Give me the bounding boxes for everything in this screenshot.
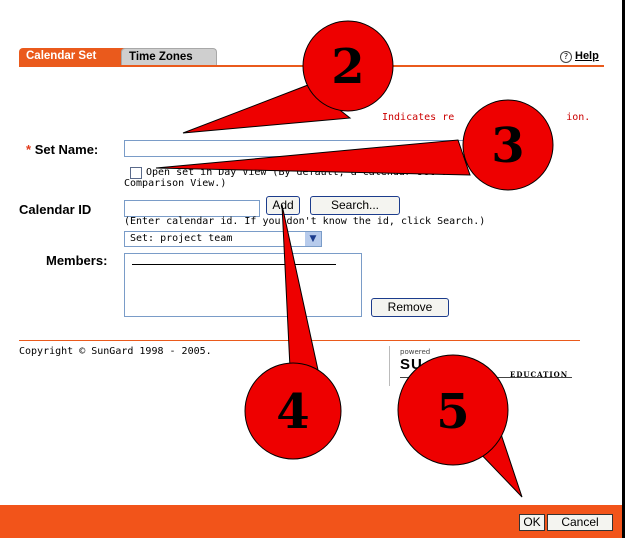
members-listbox[interactable] [124,253,362,317]
calendar-id-input[interactable] [124,200,260,217]
calendar-id-label: Calendar ID [19,202,92,217]
members-list-item[interactable] [132,264,336,265]
ok-button[interactable]: OK [519,514,545,531]
svg-text:2: 2 [331,39,364,95]
help-link[interactable]: ? Help [560,50,599,63]
calendar-id-hint: (Enter calendar id. If you don't know th… [124,216,486,227]
help-label: Help [575,50,599,62]
svg-text:3: 3 [491,118,524,174]
copyright-text: Copyright © SunGard 1998 - 2005. [19,346,212,357]
set-select[interactable]: Set: project team ▼ [124,231,322,247]
day-view-label-2: Comparison View.) [124,178,227,189]
svg-text:5: 5 [436,384,469,440]
search-button[interactable]: Search... [310,196,400,215]
set-name-label: * Set Name: [26,142,99,157]
help-icon: ? [560,51,572,63]
tab-time-zones[interactable]: Time Zones [121,48,217,66]
callout-2: 2 [182,20,394,134]
remove-button[interactable]: Remove [371,298,449,317]
footer-divider [19,340,580,341]
tab-calendar-set[interactable]: Calendar Set [19,48,130,65]
set-select-value: Set: project team [130,233,233,244]
add-button[interactable]: Add [266,196,300,215]
chevron-down-icon[interactable]: ▼ [305,232,321,246]
sungard-logo: powered SU EDUCATION [389,346,575,386]
svg-text:4: 4 [276,384,309,440]
required-note: Indicates re ion. [382,112,591,123]
cancel-button[interactable]: Cancel [547,514,613,531]
required-star: * [26,142,32,157]
members-label: Members: [46,253,108,268]
set-name-input[interactable] [124,140,482,157]
tab-underline [19,65,604,67]
